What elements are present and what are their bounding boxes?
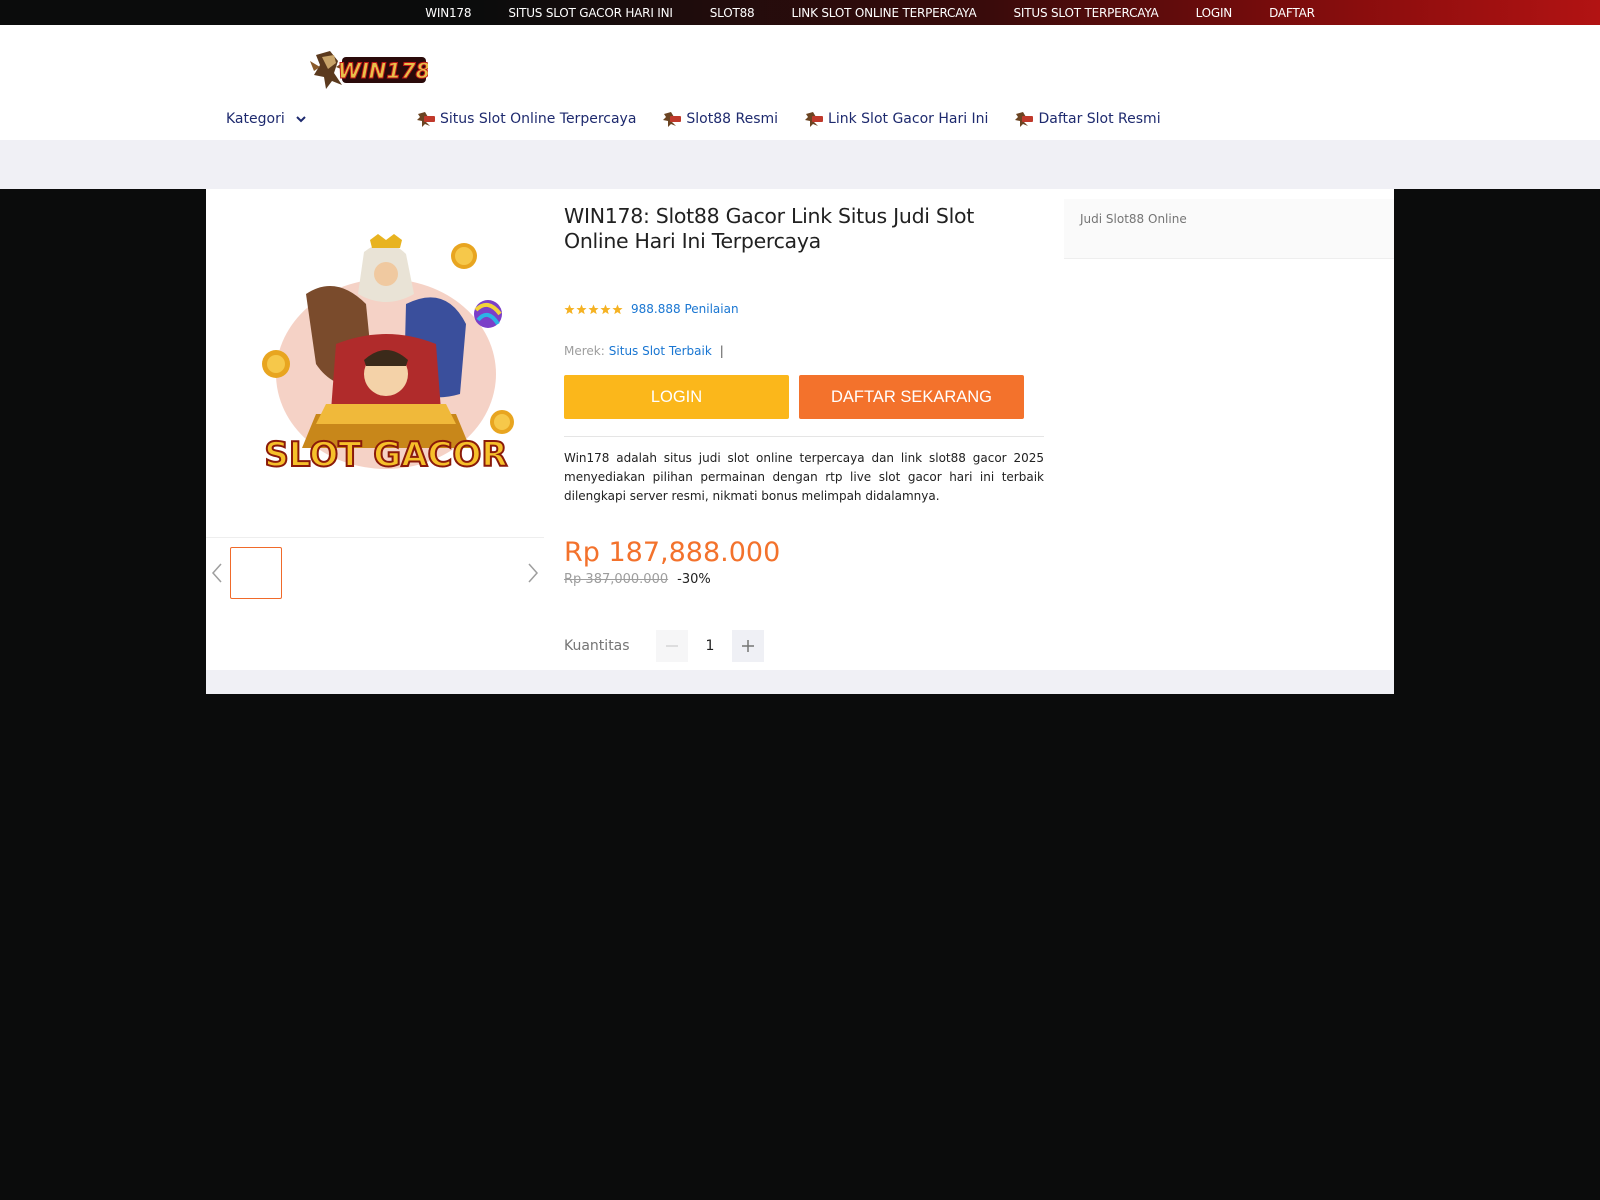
quantity-row: Kuantitas 1 [564, 630, 764, 662]
nav-item-slot88-resmi[interactable]: Slot88 Resmi [662, 110, 778, 128]
kategori-dropdown[interactable]: Kategori [226, 111, 307, 127]
win178-logo[interactable]: WIN178 [308, 47, 428, 93]
nav-item-link-slot-gacor[interactable]: Link Slot Gacor Hari Ini [804, 110, 988, 128]
brand-row: Merek: Situs Slot Terbaik | [564, 344, 724, 358]
header: WIN178 Kategori Situs Slot Online Terper… [0, 25, 1600, 140]
star-icon [576, 304, 587, 314]
star-icon [588, 304, 599, 314]
top-link-link-slot-online[interactable]: LINK SLOT ONLINE TERPERCAYA [773, 6, 995, 20]
product-description: Win178 adalah situs judi slot online ter… [564, 451, 1044, 503]
chevron-right-icon[interactable] [526, 561, 540, 585]
nav-label: Link Slot Gacor Hari Ini [828, 111, 989, 127]
kategori-label: Kategori [226, 111, 285, 127]
svg-text:WIN178: WIN178 [338, 59, 428, 83]
login-button[interactable]: LOGIN [564, 375, 789, 419]
plus-icon [742, 640, 754, 652]
top-links: WIN178 SITUS SLOT GACOR HARI INI SLOT88 … [407, 6, 1334, 20]
gallery-divider [206, 537, 544, 538]
top-link-daftar[interactable]: DAFTAR [1251, 6, 1334, 20]
product-title: WIN178: Slot88 Gacor Link Situs Judi Slo… [564, 204, 974, 253]
sidebar-label: Judi Slot88 Online [1080, 212, 1187, 226]
product-info: WIN178: Slot88 Gacor Link Situs Judi Slo… [564, 204, 1044, 662]
old-price-row: Rp 387,000.000 -30% [564, 572, 711, 587]
quantity-label: Kuantitas [564, 638, 630, 654]
info-divider [564, 436, 1044, 437]
nav-label: Slot88 Resmi [686, 111, 779, 127]
sidebar-box: Judi Slot88 Online [1064, 199, 1394, 259]
nav-item-daftar-slot-resmi[interactable]: Daftar Slot Resmi [1014, 110, 1161, 128]
star-icon [612, 304, 623, 314]
nav-item-situs-slot-online[interactable]: Situs Slot Online Terpercaya [416, 110, 636, 128]
chevron-down-icon [296, 116, 306, 123]
brand-link[interactable]: Situs Slot Terbaik [609, 344, 712, 358]
brand-separator: | [719, 344, 724, 358]
gallery-thumbnail[interactable] [230, 547, 282, 599]
minus-icon [666, 645, 678, 647]
svg-text:SLOT GACOR: SLOT GACOR [264, 435, 507, 475]
quantity-value[interactable]: 1 [688, 638, 732, 654]
top-link-win178[interactable]: WIN178 [407, 6, 490, 20]
top-link-login[interactable]: LOGIN [1177, 6, 1251, 20]
top-link-situs-slot-terpercaya[interactable]: SITUS SLOT TERPERCAYA [995, 6, 1177, 20]
top-link-situs-slot-gacor[interactable]: SITUS SLOT GACOR HARI INI [490, 6, 691, 20]
win178-mini-logo-icon [805, 112, 824, 127]
win178-mini-logo-icon [663, 112, 682, 127]
brand-label: Merek: [564, 344, 605, 358]
old-price: Rp 387,000.000 [564, 572, 669, 587]
daftar-sekarang-button[interactable]: DAFTAR SEKARANG [799, 375, 1024, 419]
product-image[interactable]: SLOT GACOR [246, 234, 526, 494]
product-price: Rp 187,888.000 [564, 537, 781, 568]
star-rating [564, 304, 623, 315]
rating-count-link[interactable]: 988.888 Penilaian [631, 302, 739, 316]
star-icon [564, 304, 575, 314]
rating-row: 988.888 Penilaian [564, 302, 739, 316]
top-bar: WIN178 SITUS SLOT GACOR HARI INI SLOT88 … [0, 0, 1600, 25]
quantity-decrement-button[interactable] [656, 630, 688, 662]
grey-band [0, 140, 1600, 189]
card-bottom-band [206, 670, 1394, 694]
discount-badge: -30% [677, 572, 711, 587]
win178-mini-logo-icon [1015, 112, 1034, 127]
main-nav: Situs Slot Online Terpercaya Slot88 Resm… [416, 110, 1161, 128]
star-icon [600, 304, 611, 314]
nav-label: Situs Slot Online Terpercaya [440, 111, 637, 127]
product-card: SLOT GACOR WIN178: Slot88 Gacor Link Sit… [206, 189, 1394, 694]
chevron-left-icon[interactable] [210, 561, 224, 585]
win178-mini-logo-icon [417, 112, 435, 127]
quantity-increment-button[interactable] [732, 630, 764, 662]
nav-label: Daftar Slot Resmi [1038, 111, 1161, 127]
top-link-slot88[interactable]: SLOT88 [691, 6, 773, 20]
